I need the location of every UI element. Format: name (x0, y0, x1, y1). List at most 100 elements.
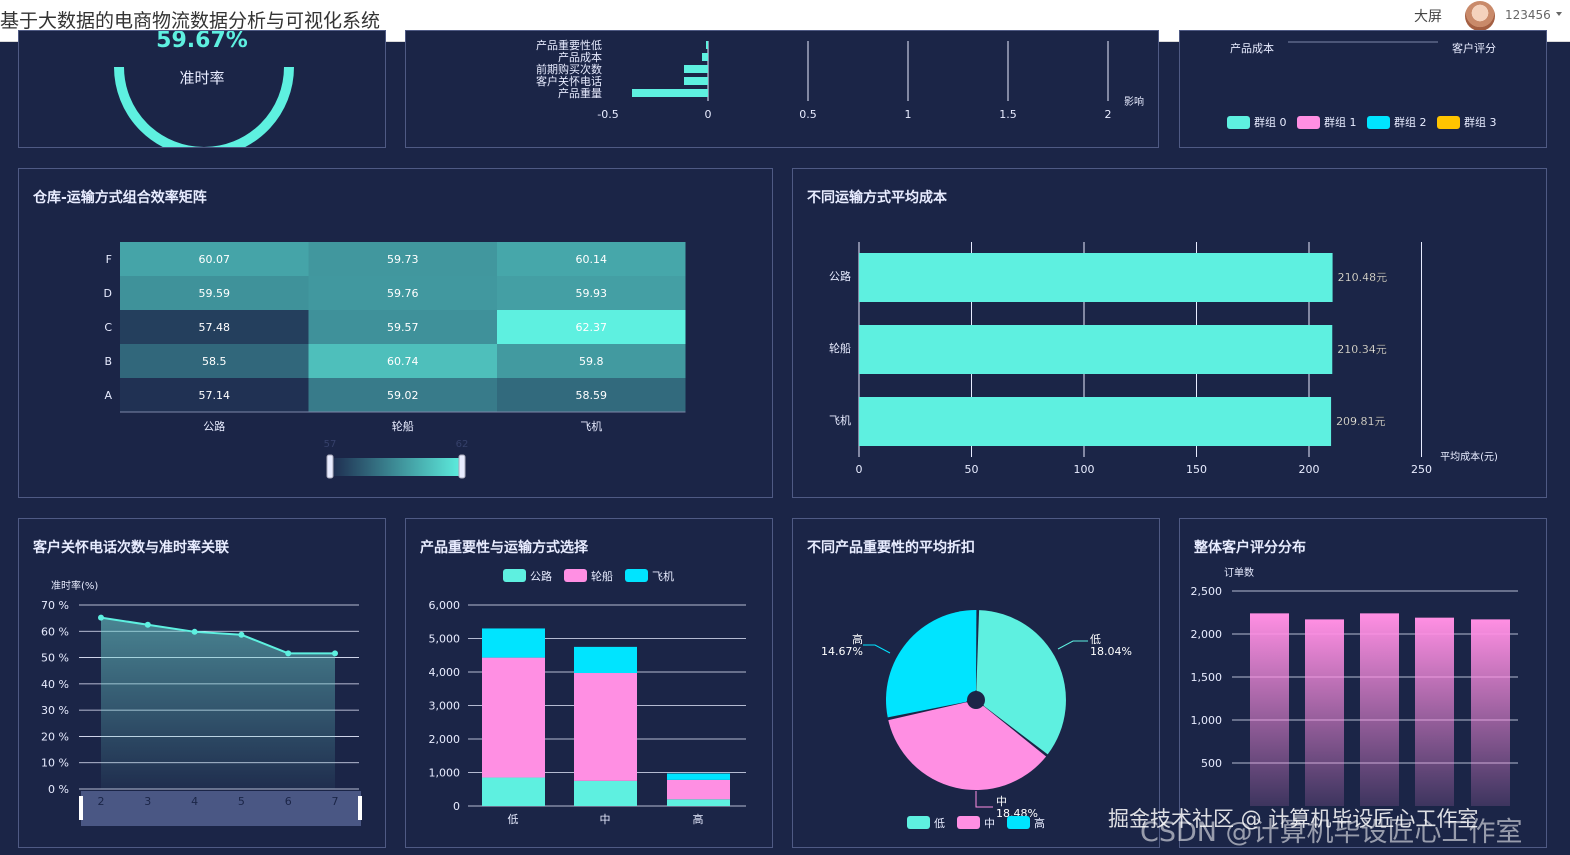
visual-map-handle-max (458, 454, 466, 479)
cell-value: 59.8 (579, 355, 604, 368)
stacked-bar-segment (574, 646, 637, 674)
visual-map-bar (331, 458, 463, 476)
x-tick-label: 1 (905, 108, 912, 121)
pie-hole (967, 691, 985, 709)
y-tick-label: 1,500 (1191, 671, 1223, 684)
importance-bar (632, 89, 708, 97)
line-point (191, 628, 198, 635)
y-tick-label: 60 % (41, 625, 69, 638)
stacked-panel: 产品重要性与运输方式选择 公路 轮船 飞机 6,000 5,000 4,000 3,000 2… (405, 518, 773, 848)
feature-label: 产品重要性低 (536, 38, 602, 52)
importance-panel: -0.5 0 0.5 1 1.5 2 影响 产品重要性低 产品成本 前期购买次数 客户关怀电话 产品重… (405, 30, 1159, 148)
cell-value: 60.74 (387, 355, 419, 368)
line-point (98, 614, 104, 621)
row-label: C (104, 321, 112, 334)
gauge-label: 准时率 (179, 69, 224, 87)
x-tick-label: 6 (285, 795, 292, 808)
legend-label: 群组 1 (1324, 115, 1357, 129)
legend-label: 中 (984, 817, 995, 830)
x-tick-label: 中 (600, 813, 611, 826)
x-tick-label: 2 (1105, 108, 1112, 121)
x-tick-label: 3 (144, 795, 151, 808)
watermark-csdn: CSDN @计算机毕设匠心工作室 (1140, 817, 1523, 848)
gauge-chart: 59.67% 准时率 (114, 28, 294, 157)
cost-bar (859, 253, 1333, 302)
feature-label: 产品重量 (558, 86, 602, 100)
cost-panel: 不同运输方式平均成本 0 50 100 150 200 250 平均成本(元) 公路 210.4… (792, 168, 1547, 498)
y-tick-label: 50 % (41, 652, 69, 665)
cell-value: 57.14 (199, 389, 231, 402)
y-tick-label: 2,000 (1191, 628, 1223, 641)
stacked-bar-segment (574, 673, 637, 781)
bar-label: 210.48元 (1338, 271, 1388, 284)
cell-value: 59.76 (387, 287, 419, 300)
rating-panel: 整体客户评分分布 订单数 2,500 2,000 1,500 1,000 500 (1179, 518, 1547, 848)
big-screen-link[interactable]: 大屏 (1414, 6, 1442, 26)
line-point (285, 650, 292, 657)
y-tick-label: 3,000 (429, 700, 461, 713)
y-tick-label: 4,000 (429, 666, 461, 679)
stacked-bar-segment (482, 657, 545, 778)
legend-swatch (1007, 816, 1030, 829)
importance-chart: -0.5 0 0.5 1 1.5 2 影响 产品重要性低产品成本前期购买次数客户关怀电话产品重… (536, 38, 1144, 121)
legend-swatch (625, 569, 648, 582)
legend-label: 群组 0 (1254, 115, 1287, 129)
legend-label: 飞机 (652, 569, 674, 583)
col-label: 飞机 (580, 419, 602, 433)
x-tick-label: 7 (332, 795, 339, 808)
axis-name: 平均成本(元) (1440, 450, 1498, 463)
cost-bar (859, 397, 1332, 446)
data-zoom-handle (79, 796, 83, 820)
avatar[interactable] (1465, 1, 1495, 31)
line-panel: 客户关怀电话次数与准时率关联 准时率(%) 70 % 60 % 50 % 40 % 30 … (18, 518, 386, 848)
y-tick-label: 6,000 (429, 599, 461, 612)
gauge-panel: 59.67% 准时率 (18, 28, 386, 157)
x-tick-label: 4 (191, 795, 198, 808)
importance-bar (684, 65, 708, 73)
y-tick-label: 2,000 (429, 733, 461, 746)
legend-swatch (1437, 116, 1460, 129)
cost-bar-chart: 0 50 100 150 200 250 平均成本(元) 公路 210.48元轮船 210.34元… (829, 242, 1498, 476)
importance-bar (706, 41, 708, 49)
legend-swatch (1297, 116, 1320, 129)
legend-label: 轮船 (591, 569, 613, 583)
cell-value: 60.14 (576, 253, 608, 266)
bar-label: 210.34元 (1337, 343, 1387, 356)
y-tick-label: 10 % (41, 757, 69, 770)
stacked-bar-segment (482, 777, 545, 806)
cell-value: 58.5 (202, 355, 227, 368)
feature-label: 客户关怀电话 (536, 74, 602, 88)
legend-label: 低 (934, 817, 945, 830)
cluster-panel: 产品成本 客户评分 群组 0 群组 1 群组 2 群组 3 (1179, 30, 1547, 148)
rating-bar (1415, 617, 1454, 806)
chevron-down-icon[interactable] (1556, 12, 1562, 16)
x-tick-label: 250 (1411, 463, 1432, 476)
label-line (863, 644, 891, 654)
y-tick-label: 20 % (41, 730, 69, 743)
y-tick-label: 飞机 (829, 413, 851, 427)
cell-value: 59.59 (199, 287, 231, 300)
y-tick-label: 40 % (41, 678, 69, 691)
x-tick-label: 100 (1074, 463, 1095, 476)
y-tick-label: 2,500 (1191, 585, 1223, 598)
slice-label: 18.04% (1090, 645, 1132, 658)
legend-label: 高 (1034, 816, 1045, 830)
x-tick-label: 150 (1186, 463, 1207, 476)
rating-bar (1471, 619, 1510, 806)
x-tick-label: 5 (238, 795, 245, 808)
pie-slice (886, 609, 977, 718)
axis-name: 订单数 (1224, 566, 1254, 579)
y-tick-label: 5,000 (429, 633, 461, 646)
x-tick-label: -0.5 (597, 108, 618, 121)
row-label: B (104, 355, 112, 368)
heatmap-chart: F 60.07 59.73 60.14 D 59.59 59.76 59.93 C 57.48 59… (104, 242, 686, 479)
line-point (238, 631, 245, 638)
app-title: 基于大数据的电商物流数据分析与可视化系统 (0, 10, 381, 32)
importance-bar (702, 53, 708, 61)
label-line (1057, 640, 1088, 650)
row-label: D (104, 287, 112, 300)
rating-bar-chart: 订单数2,500 2,000 1,500 1,000 500 (1191, 566, 1518, 806)
username[interactable]: 123456 (1505, 8, 1551, 22)
y-tick-label: 70 % (41, 599, 69, 612)
importance-bar (684, 77, 708, 85)
